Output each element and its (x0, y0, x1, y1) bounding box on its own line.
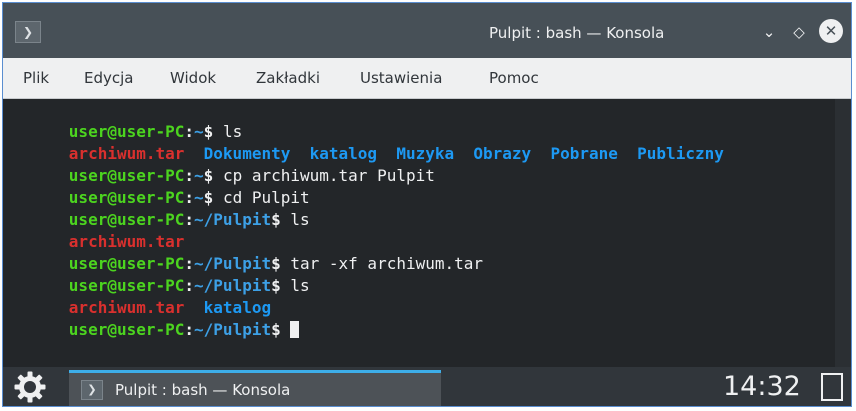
terminal-output[interactable]: user@user-PC:~$ ls archiwum.tar Dokument… (3, 99, 851, 367)
prompt-directory: ~/Pulpit (194, 210, 272, 229)
title-bar[interactable]: ❯ Pulpit : bash — Konsola ⌄ ◇ ✕ (3, 3, 851, 58)
clock[interactable]: 14:32 (723, 371, 801, 402)
chevron-down-icon[interactable]: ⌄ (757, 20, 781, 44)
prompt-symbol: $ (271, 210, 281, 229)
terminal-line: user@user-PC:~/Pulpit$ (11, 297, 300, 339)
text-cursor (290, 321, 300, 338)
prompt-separator: : (184, 320, 195, 339)
prompt-user: user@user-PC (68, 320, 185, 339)
gear-icon[interactable] (13, 370, 47, 404)
command-text: ls (280, 210, 310, 229)
terminal-line: user@user-PC:~/Pulpit$ ls (11, 187, 310, 229)
close-icon[interactable]: ✕ (819, 19, 843, 43)
task-label: Pulpit : bash — Konsola (115, 381, 291, 399)
command-text: tar -xf archiwum.tar (280, 254, 484, 273)
konsole-window: ❯ Pulpit : bash — Konsola ⌄ ◇ ✕ Plik Edy… (2, 2, 852, 407)
taskbar-task-konsole[interactable]: ❯ Pulpit : bash — Konsola (69, 370, 441, 406)
terminal-line: user@user-PC:~$ ls (11, 99, 242, 141)
menu-zakladki[interactable]: Zakładki (256, 69, 320, 87)
menu-ustawienia[interactable]: Ustawienia (360, 69, 442, 87)
terminal-scrollbar[interactable] (835, 99, 851, 367)
menu-plik[interactable]: Plik (23, 69, 49, 87)
terminal-line: user@user-PC:~$ cd Pulpit (11, 165, 310, 207)
command-text: ls (280, 276, 310, 295)
command-text (281, 320, 291, 339)
menu-widok[interactable]: Widok (170, 69, 216, 87)
taskbar: ❯ Pulpit : bash — Konsola 14:32 (3, 367, 851, 406)
terminal-line: archiwum.tar Dokumenty katalog Muzyka Ob… (11, 121, 724, 163)
prompt-symbol: $ (271, 276, 281, 295)
prompt-directory: ~/Pulpit (194, 320, 272, 339)
window-title: Pulpit : bash — Konsola (489, 24, 665, 42)
menu-bar: Plik Edycja Widok Zakładki Ustawienia Po… (3, 58, 851, 99)
file-directory: Publiczny (637, 144, 724, 163)
show-desktop-icon[interactable] (821, 373, 843, 401)
file-directory: Obrazy (473, 144, 532, 163)
diamond-icon[interactable]: ◇ (787, 20, 811, 44)
terminal-line: archiwum.tar katalog (11, 275, 271, 317)
terminal-icon: ❯ (81, 380, 103, 400)
prompt-symbol: $ (271, 320, 281, 339)
menu-edycja[interactable]: Edycja (84, 69, 133, 87)
file-directory: Pobrane (550, 144, 618, 163)
prompt-separator: : (184, 210, 195, 229)
terminal-line: archiwum.tar (11, 209, 185, 251)
terminal-line: user@user-PC:~$ cp archiwum.tar Pulpit (11, 143, 435, 185)
terminal-line: user@user-PC:~/Pulpit$ ls (11, 253, 310, 295)
terminal-line: user@user-PC:~/Pulpit$ tar -xf archiwum.… (11, 231, 483, 273)
menu-pomoc[interactable]: Pomoc (489, 69, 539, 87)
terminal-icon[interactable]: ❯ (15, 21, 41, 43)
